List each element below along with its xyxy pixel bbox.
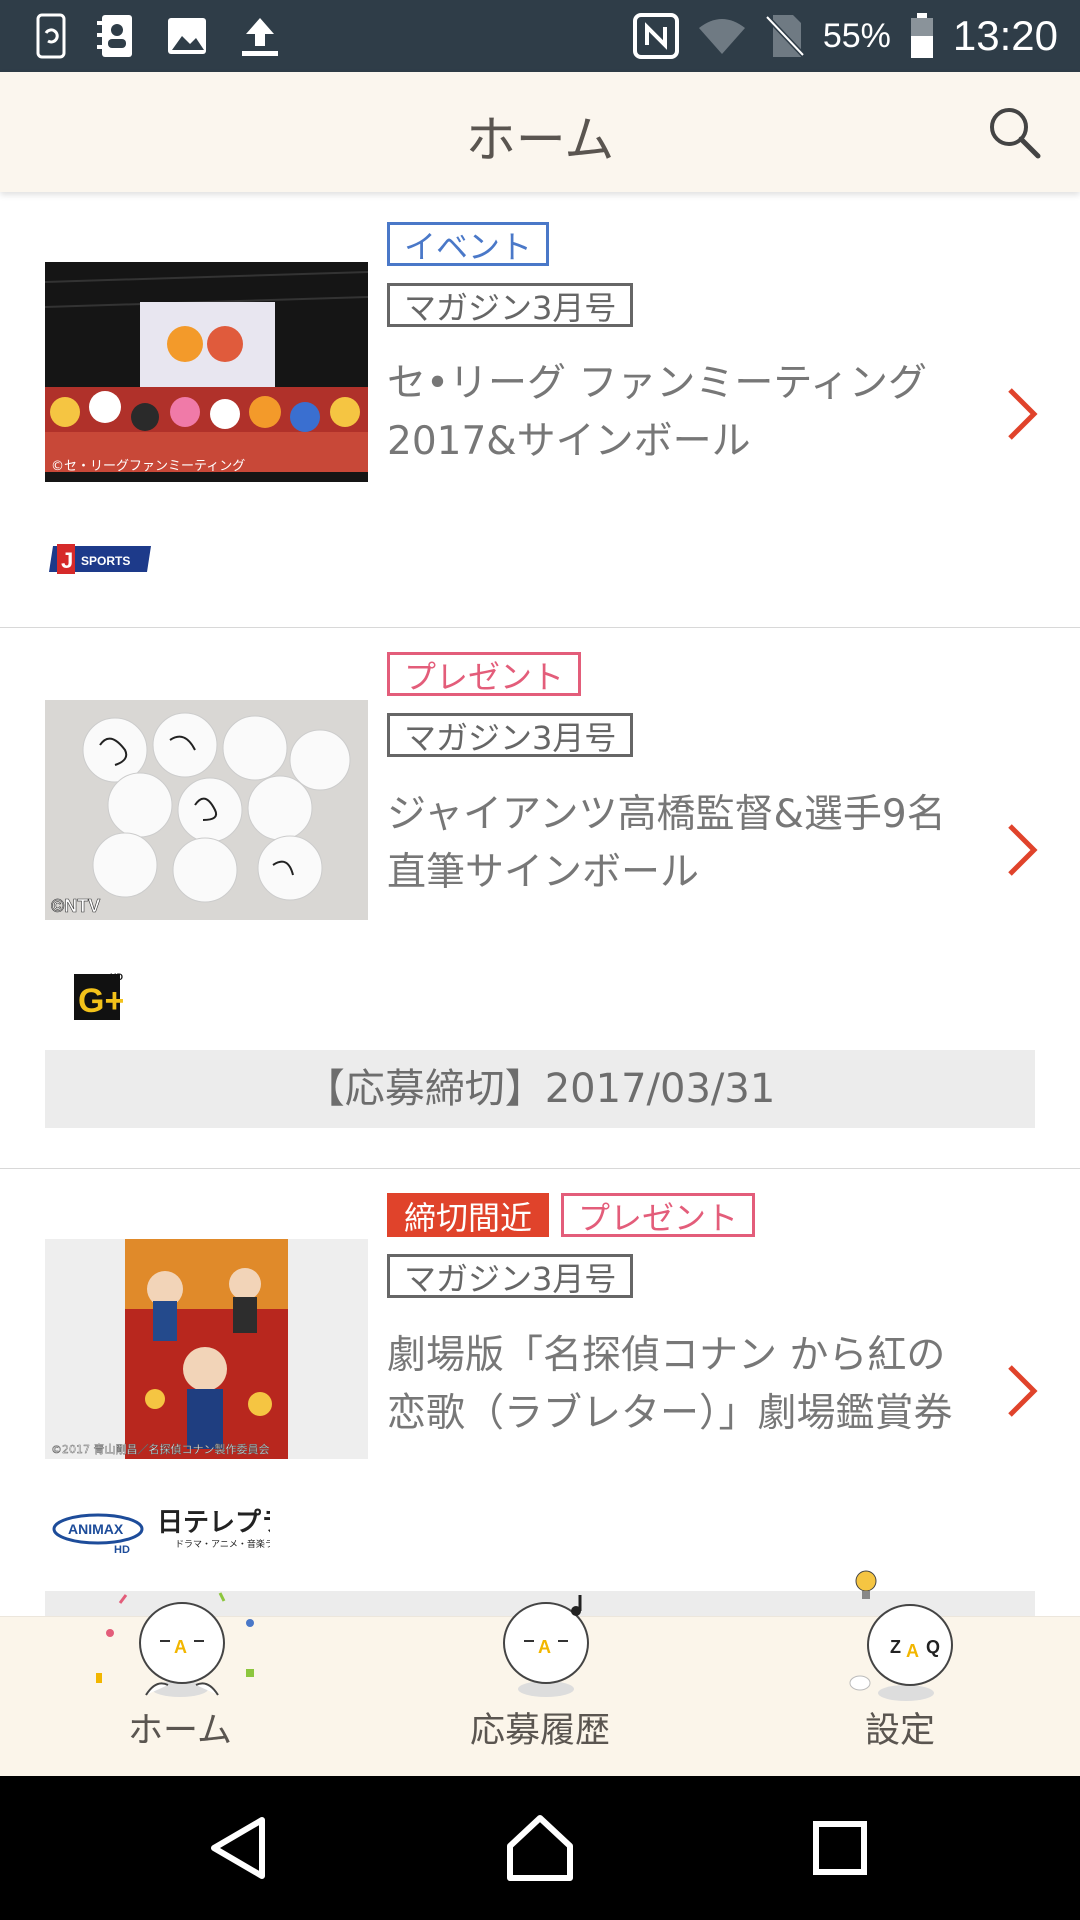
- nfc-icon: [632, 13, 679, 59]
- item-title: 劇場版「名探偵コナン から紅の 恋歌（ラブレター）」劇場鑑賞券: [387, 1333, 953, 1436]
- tab-history[interactable]: A 応募履歴: [360, 1595, 720, 1777]
- system-nav-bar: [0, 1776, 1080, 1920]
- animax-logo: ANIMAX HD: [52, 1513, 144, 1555]
- back-icon[interactable]: [204, 1812, 276, 1884]
- tag-group: プレゼント: [387, 652, 582, 696]
- jsports-logo-text: SPORTS: [81, 554, 130, 568]
- list-item[interactable]: ©NTV プレゼント マガジン3月号 ジャイアンツ高橋監督&選手9名 直筆サイン…: [0, 628, 1080, 1170]
- chevron-right-icon[interactable]: [1002, 1361, 1042, 1421]
- thumbnail-caption: ©NTV: [51, 896, 100, 916]
- event-thumbnail-image: ©セ・リーグファンミーティング: [45, 262, 368, 482]
- svg-text:A: A: [906, 1641, 919, 1661]
- magazine-tag-group: マガジン3月号: [387, 283, 634, 327]
- thumbnail-caption: ©セ・リーグファンミーティング: [51, 459, 245, 474]
- svg-text:A: A: [538, 1637, 551, 1657]
- battery-icon: [910, 13, 933, 58]
- nittele-plus-logo: 日テレプラス ドラマ・アニメ・音楽ライブ: [157, 1508, 270, 1550]
- svg-text:A: A: [174, 1637, 187, 1657]
- svg-text:Z: Z: [890, 1637, 901, 1657]
- tab-settings-label: 設定: [864, 1711, 935, 1751]
- tag-group: 締切間近 プレゼント: [387, 1193, 756, 1237]
- gplus-logo-text: G+: [78, 982, 124, 1020]
- item-title: ジャイアンツ高橋監督&選手9名 直筆サインボール: [387, 792, 946, 895]
- wifi-icon: [698, 19, 745, 54]
- svg-text:HD: HD: [114, 1544, 130, 1555]
- page-title: ホーム: [465, 111, 615, 169]
- category-tag: イベント: [387, 222, 550, 266]
- clock: 13:20: [952, 12, 1058, 59]
- mascot-settings-icon: Z A Q: [849, 1570, 953, 1701]
- mascot-history-icon: A: [503, 1595, 589, 1697]
- animax-logo-text: ANIMAX: [68, 1521, 124, 1537]
- svg-text:HD: HD: [110, 972, 123, 982]
- sync-icon: [36, 13, 66, 59]
- list-item[interactable]: ©セ・リーグファンミーティング イベント マガジン3月号 セ•リーグ ファンミー…: [0, 192, 1080, 629]
- deadline-banner: 【応募締切】2017/03/31: [45, 1050, 1035, 1128]
- category-tag: プレゼント: [387, 652, 582, 696]
- signed-baseballs-image: ©NTV: [45, 700, 368, 920]
- home-icon[interactable]: [504, 1812, 576, 1884]
- jsports-logo: J SPORTS: [49, 544, 151, 574]
- magazine-tag: マガジン3月号: [387, 1254, 634, 1298]
- nittele-logo-text: 日テレプラス: [157, 1508, 270, 1538]
- svg-text:J: J: [61, 548, 73, 573]
- tab-home[interactable]: A ホーム: [0, 1592, 360, 1777]
- list-item[interactable]: ©2017 青山剛昌／名探偵コナン製作委員会 締切間近 プレゼント マガジン3月…: [0, 1169, 1080, 1616]
- chevron-right-icon[interactable]: [1002, 820, 1042, 880]
- svg-text:Q: Q: [926, 1637, 940, 1657]
- recents-icon[interactable]: [804, 1812, 876, 1884]
- tab-home-label: ホーム: [128, 1711, 232, 1751]
- nittele-logo-subtext: ドラマ・アニメ・音楽ライブ: [175, 1538, 270, 1550]
- upload-icon: [242, 18, 278, 56]
- status-bar-left: [36, 0, 282, 72]
- image-icon: [168, 18, 206, 54]
- no-sim-icon: [765, 15, 805, 57]
- tab-history-label: 応募履歴: [469, 1711, 610, 1751]
- magazine-tag: マガジン3月号: [387, 283, 634, 327]
- magazine-tag: マガジン3月号: [387, 713, 634, 757]
- battery-percent: 55%: [822, 16, 891, 55]
- status-bar: 55% 13:20: [0, 0, 1080, 72]
- mascot-home-icon: A: [96, 1592, 254, 1697]
- gplus-logo: G+ HD: [74, 972, 124, 1020]
- category-tag: プレゼント: [561, 1193, 756, 1237]
- search-icon[interactable]: [984, 102, 1044, 162]
- magazine-tag-group: マガジン3月号: [387, 1254, 634, 1298]
- status-bar-right: 55% 13:20: [632, 0, 1058, 72]
- chevron-right-icon[interactable]: [1002, 384, 1042, 444]
- urgent-tag: 締切間近: [387, 1193, 550, 1237]
- item-title: セ•リーグ ファンミーティング 2017&サインボール: [387, 361, 928, 464]
- magazine-tag-group: マガジン3月号: [387, 713, 634, 757]
- contacts-icon: [97, 15, 132, 57]
- conan-poster-image: ©2017 青山剛昌／名探偵コナン製作委員会: [45, 1239, 368, 1459]
- content-feed[interactable]: ©セ・リーグファンミーティング イベント マガジン3月号 セ•リーグ ファンミー…: [0, 192, 1080, 1616]
- bottom-tab-bar: A ホーム A 応募履歴 Z A Q 設定: [0, 1570, 1080, 1777]
- tab-settings[interactable]: Z A Q 設定: [720, 1570, 1080, 1777]
- tag-group: イベント: [387, 222, 550, 266]
- app-header: ホーム: [0, 72, 1080, 192]
- thumbnail-caption: ©2017 青山剛昌／名探偵コナン製作委員会: [51, 1442, 270, 1456]
